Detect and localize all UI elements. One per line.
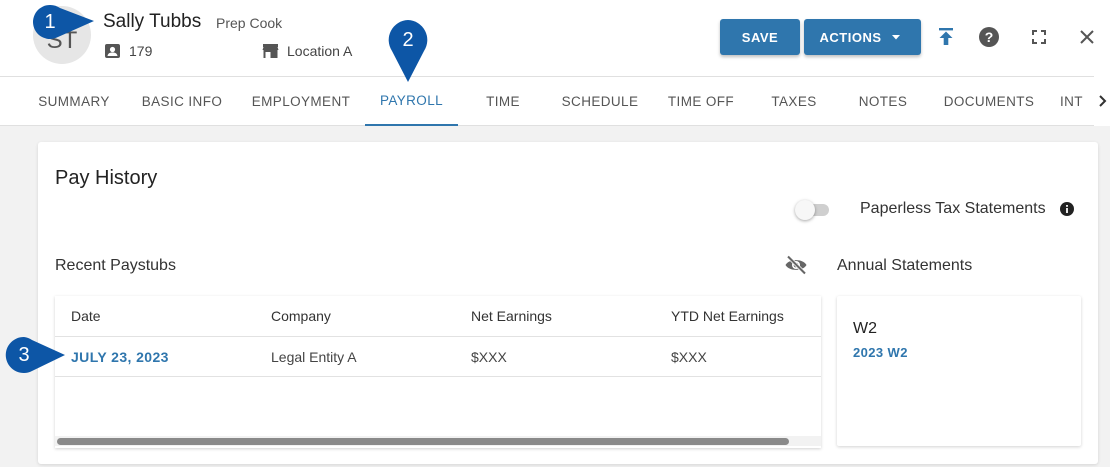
annual-statements-label: Annual Statements — [837, 257, 973, 274]
upload-icon[interactable] — [935, 26, 957, 48]
pay-history-title: Pay History — [55, 167, 158, 189]
tab-payroll[interactable]: PAYROLL — [365, 77, 458, 126]
column-header-date[interactable]: Date — [71, 296, 101, 336]
toggle-knob — [795, 200, 815, 220]
id-badge-icon — [105, 44, 120, 58]
tab-taxes[interactable]: TAXES — [762, 77, 826, 126]
w2-title: W2 — [853, 320, 877, 337]
tab-notes[interactable]: NOTES — [850, 77, 916, 126]
fullscreen-icon[interactable] — [1028, 26, 1050, 48]
annual-statements-panel: W2 2023 W2 — [837, 296, 1081, 446]
column-header-ytd-net-earnings[interactable]: YTD Net Earnings — [671, 296, 784, 336]
employee-name: Sally Tubbs — [103, 11, 202, 32]
tab-int[interactable]: INT — [1060, 77, 1094, 126]
caret-down-icon — [891, 35, 900, 40]
callout-marker-3: 3 — [2, 335, 68, 375]
column-header-net-earnings[interactable]: Net Earnings — [471, 296, 552, 336]
paperless-label: Paperless Tax Statements — [860, 200, 1046, 217]
tab-schedule[interactable]: SCHEDULE — [554, 77, 646, 126]
employee-id-value: 179 — [129, 43, 153, 59]
paystub-ytd-net-earnings: $XXX — [671, 348, 707, 365]
horizontal-scrollbar[interactable] — [55, 436, 821, 446]
location-value: Location A — [287, 43, 353, 59]
employee-header: ST Sally Tubbs Prep Cook 179 Location A … — [0, 0, 1110, 76]
tab-time-off[interactable]: TIME OFF — [660, 77, 742, 126]
payroll-content: Pay History Paperless Tax Statements Rec… — [0, 126, 1110, 467]
actions-button[interactable]: ACTIONS — [804, 19, 921, 55]
tab-scroll-right-button[interactable] — [1094, 76, 1110, 126]
tab-summary[interactable]: SUMMARY — [26, 77, 122, 126]
paystub-date-link[interactable]: JULY 23, 2023 — [71, 337, 169, 376]
save-button[interactable]: SAVE — [720, 19, 800, 55]
employee-location: Location A — [262, 43, 352, 59]
paystubs-table: Date Company Net Earnings YTD Net Earnin… — [55, 296, 821, 448]
actions-label: ACTIONS — [819, 29, 882, 45]
callout-marker-2: 2 — [386, 18, 430, 84]
paystub-net-earnings: $XXX — [471, 348, 507, 365]
pay-history-card: Pay History Paperless Tax Statements Rec… — [38, 142, 1098, 464]
w2-2023-link[interactable]: 2023 W2 — [853, 345, 908, 360]
tab-bar: SUMMARY BASIC INFO EMPLOYMENT PAYROLL TI… — [0, 76, 1110, 126]
employee-id: 179 — [104, 43, 152, 59]
tab-time[interactable]: TIME — [474, 77, 532, 126]
help-icon[interactable]: ? — [978, 26, 1000, 48]
callout-marker-1: 1 — [30, 2, 100, 42]
eye-off-icon[interactable] — [784, 255, 808, 275]
scrollbar-thumb[interactable] — [57, 438, 789, 445]
svg-text:?: ? — [985, 29, 994, 45]
tab-basic-info[interactable]: BASIC INFO — [132, 77, 232, 126]
column-header-company[interactable]: Company — [271, 296, 331, 336]
store-icon — [262, 44, 279, 58]
recent-paystubs-label: Recent Paystubs — [55, 257, 176, 274]
tab-employment[interactable]: EMPLOYMENT — [243, 77, 359, 126]
paperless-toggle[interactable] — [795, 199, 833, 220]
close-icon[interactable] — [1076, 26, 1098, 48]
tab-documents[interactable]: DOCUMENTS — [936, 77, 1042, 126]
table-row-divider — [55, 376, 821, 377]
employee-job-title: Prep Cook — [216, 15, 283, 31]
info-icon[interactable] — [1060, 202, 1074, 216]
paystub-company: Legal Entity A — [271, 348, 357, 365]
chevron-right-icon — [1099, 95, 1107, 107]
